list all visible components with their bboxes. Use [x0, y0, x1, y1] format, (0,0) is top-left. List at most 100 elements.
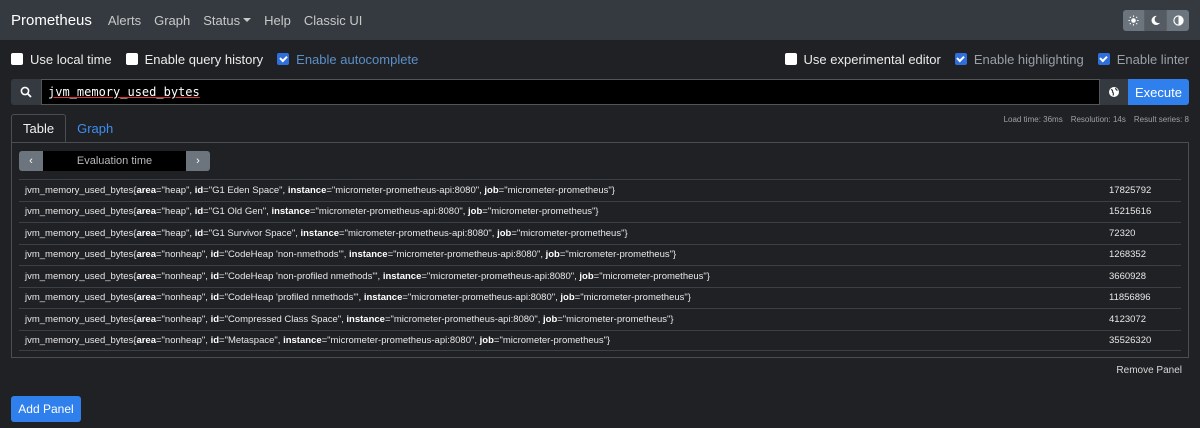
label-value: heap: [164, 184, 187, 196]
label-name: area: [136, 292, 156, 304]
query-options: Use local time Enable query history Enab…: [11, 50, 1189, 68]
metric-name: jvm_memory_used_bytes: [25, 313, 134, 325]
evaluation-time-input[interactable]: Evaluation time: [43, 151, 186, 171]
label-value: micrometer-prometheus: [566, 313, 668, 325]
label-name: area: [136, 270, 156, 282]
label-value: micrometer-prometheus: [520, 227, 622, 239]
enable-query-history-option[interactable]: Enable query history: [125, 51, 264, 67]
enable-highlighting-option[interactable]: Enable highlighting: [954, 52, 1084, 67]
enable-query-history-checkbox[interactable]: [125, 53, 138, 65]
label-name: area: [136, 334, 156, 346]
expression-input[interactable]: jvm_memory_used_bytes: [41, 79, 1100, 105]
label-value: micrometer-prometheus-api:8080: [335, 184, 476, 196]
metrics-explorer-icon[interactable]: [1100, 79, 1128, 105]
label-value: CodeHeap 'non-nmethods': [227, 249, 341, 261]
label-value: micrometer-prometheus: [502, 334, 604, 346]
label-name: instance: [382, 270, 422, 282]
contrast-icon[interactable]: [1167, 10, 1189, 31]
label-name: instance: [363, 292, 403, 304]
label-value: micrometer-prometheus-api:8080: [393, 313, 535, 325]
series-labels: jvm_memory_used_bytes{area="heap", id="G…: [25, 184, 615, 196]
enable-linter-checkbox[interactable]: [1097, 53, 1110, 65]
label-name: id: [210, 313, 220, 325]
table-row: jvm_memory_used_bytes{area="nonheap", id…: [19, 286, 1181, 309]
label-name: id: [194, 227, 204, 239]
label-name: area: [136, 313, 156, 325]
use-experimental-editor-checkbox[interactable]: [784, 53, 797, 65]
label-name: id: [210, 270, 220, 282]
series-value: 3660928: [1109, 270, 1146, 282]
label-name: id: [210, 249, 220, 261]
label-name: id: [210, 334, 220, 346]
label-value: nonheap: [164, 334, 202, 346]
label-value: G1 Eden Space: [212, 184, 280, 196]
chevron-left-icon: ‹: [29, 155, 33, 167]
sun-icon[interactable]: [1123, 10, 1145, 31]
label-name: instance: [346, 313, 385, 325]
navbar: Prometheus Alerts Graph Status Help Clas…: [0, 0, 1200, 40]
eval-prev-button[interactable]: ‹: [19, 151, 43, 171]
use-experimental-editor-option[interactable]: Use experimental editor: [784, 52, 941, 67]
nav-help[interactable]: Help: [264, 13, 291, 28]
use-local-time-checkbox[interactable]: [11, 53, 23, 65]
metric-name: jvm_memory_used_bytes: [25, 249, 134, 261]
series-value: 11856896: [1109, 292, 1151, 304]
query-stats: Load time: 36ms Resolution: 14s Result s…: [1004, 115, 1189, 124]
add-panel-button[interactable]: Add Panel: [11, 396, 81, 422]
label-name: id: [194, 184, 204, 196]
label-value: Metaspace: [227, 334, 275, 346]
label-name: job: [545, 249, 560, 261]
label-name: instance: [287, 184, 327, 196]
eval-next-button[interactable]: ›: [186, 151, 210, 171]
label-name: job: [579, 270, 594, 282]
label-name: job: [479, 334, 494, 346]
enable-linter-option[interactable]: Enable linter: [1097, 52, 1189, 67]
series-labels: jvm_memory_used_bytes{area="nonheap", id…: [25, 249, 677, 261]
enable-highlighting-checkbox[interactable]: [954, 53, 967, 65]
label-value: micrometer-prometheus-api:8080: [318, 206, 460, 218]
table-panel: ‹ Evaluation time › jvm_memory_used_byte…: [11, 142, 1189, 358]
remove-panel-link[interactable]: Remove Panel: [1116, 365, 1182, 376]
series-labels: jvm_memory_used_bytes{area="nonheap", id…: [25, 313, 674, 325]
result-series: Result series: 8: [1133, 115, 1189, 124]
enable-autocomplete-checkbox[interactable]: [277, 53, 290, 65]
label-name: job: [497, 227, 512, 239]
label-value: micrometer-prometheus: [491, 206, 593, 218]
series-labels: jvm_memory_used_bytes{area="heap", id="G…: [25, 227, 628, 239]
series-value: 15215616: [1109, 206, 1152, 218]
tab-graph[interactable]: Graph: [66, 114, 124, 143]
enable-query-history-label: Enable query history: [144, 51, 264, 67]
resolution: Resolution: 14s: [1070, 115, 1126, 124]
series-value: 1268352: [1109, 249, 1146, 261]
tab-table[interactable]: Table: [11, 114, 67, 143]
label-value: micrometer-prometheus: [583, 292, 685, 304]
label-name: instance: [349, 249, 388, 261]
nav-alerts[interactable]: Alerts: [108, 13, 141, 28]
label-value: nonheap: [164, 249, 202, 261]
metric-name: jvm_memory_used_bytes: [25, 184, 134, 196]
evaluation-time-control: ‹ Evaluation time ›: [19, 151, 210, 171]
label-name: area: [136, 206, 156, 218]
nav-graph[interactable]: Graph: [154, 13, 190, 28]
label-value: nonheap: [164, 313, 202, 325]
table-row: jvm_memory_used_bytes{area="heap", id="G…: [19, 222, 1181, 244]
metric-name: jvm_memory_used_bytes: [25, 227, 134, 239]
execute-button[interactable]: Execute: [1128, 79, 1189, 105]
theme-toggle-group: [1123, 10, 1189, 31]
nav-status-dropdown[interactable]: Status: [203, 13, 252, 28]
table-row: jvm_memory_used_bytes{area="nonheap", id…: [19, 243, 1181, 266]
use-local-time-option[interactable]: Use local time: [11, 52, 112, 67]
label-name: area: [136, 227, 156, 239]
moon-icon[interactable]: [1145, 10, 1167, 31]
label-value: heap: [164, 206, 187, 218]
table-row: jvm_memory_used_bytes{area="heap", id="G…: [19, 179, 1181, 201]
nav-classic-ui[interactable]: Classic UI: [304, 13, 363, 28]
expression-text: jvm_memory_used_bytes: [48, 85, 200, 99]
enable-autocomplete-option[interactable]: Enable autocomplete: [277, 52, 418, 67]
label-name: job: [543, 313, 558, 325]
brand-logo[interactable]: Prometheus: [11, 12, 92, 29]
panel-tabs: Table Graph: [11, 114, 124, 143]
table-row: jvm_memory_used_bytes{area="nonheap", id…: [19, 308, 1181, 330]
metric-name: jvm_memory_used_bytes: [25, 206, 134, 218]
table-row: jvm_memory_used_bytes{area="nonheap", id…: [19, 265, 1181, 287]
